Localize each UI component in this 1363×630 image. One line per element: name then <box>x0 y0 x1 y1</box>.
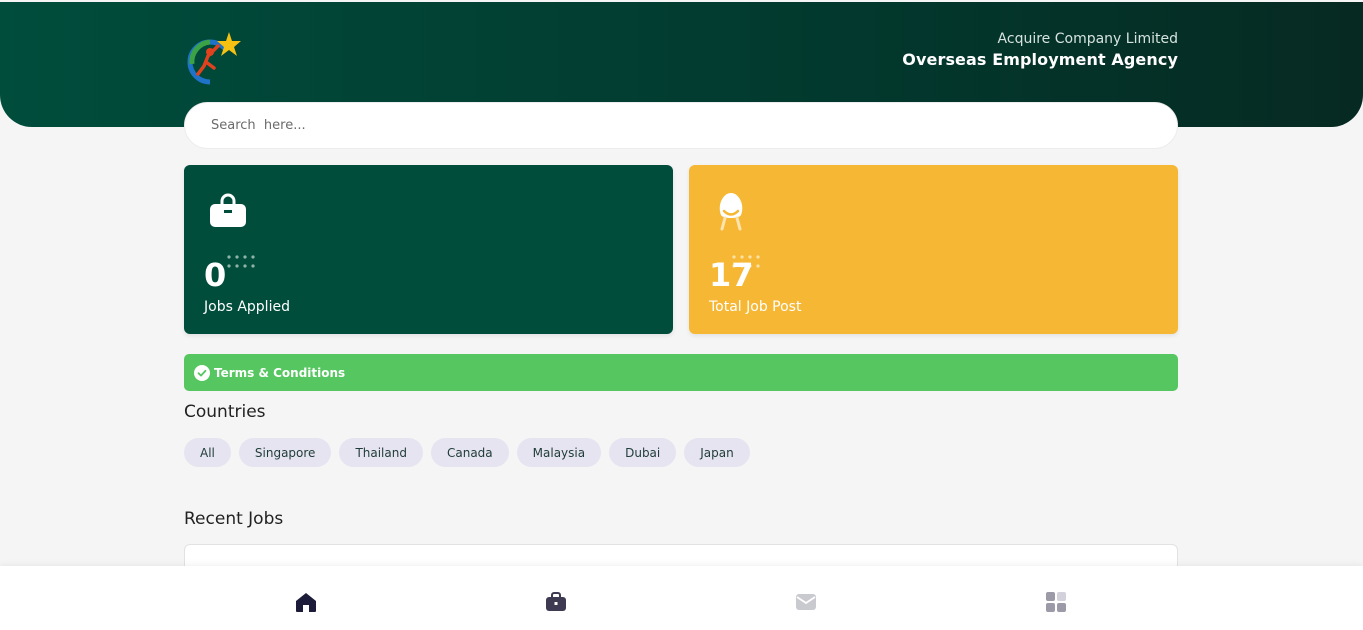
briefcase-icon[interactable] <box>544 590 568 614</box>
shopping-bag-icon <box>210 193 246 227</box>
total-job-post-label: Total Job Post <box>709 299 802 315</box>
bottom-navigation <box>0 566 1363 630</box>
brand-block: Acquire Company Limited Overseas Employm… <box>902 30 1178 72</box>
jobs-applied-count: 0 <box>204 256 227 294</box>
country-chip-all[interactable]: All <box>184 438 231 467</box>
country-chip-singapore[interactable]: Singapore <box>238 438 332 467</box>
chair-icon <box>719 193 743 231</box>
country-chip-canada[interactable]: Canada <box>430 438 509 467</box>
country-chip-japan[interactable]: Japan <box>684 438 750 467</box>
total-job-post-card[interactable]: 17 Total Job Post <box>689 165 1178 334</box>
country-chip-thailand[interactable]: Thailand <box>339 438 423 467</box>
total-job-post-count: 17 <box>709 256 754 294</box>
decorative-dots <box>227 255 255 268</box>
jobs-applied-card[interactable]: 0 Jobs Applied <box>184 165 673 334</box>
home-icon[interactable] <box>294 590 318 614</box>
country-chips: All Singapore Thailand Canada Malaysia D… <box>184 438 750 467</box>
country-chip-dubai[interactable]: Dubai <box>609 438 677 467</box>
agency-title: Overseas Employment Agency <box>902 50 1178 69</box>
search-bar[interactable] <box>184 102 1178 149</box>
terms-conditions-bar[interactable]: Terms & Conditions <box>184 354 1178 391</box>
country-chip-malaysia[interactable]: Malaysia <box>516 438 602 467</box>
check-circle-icon <box>194 364 210 381</box>
jobs-applied-label: Jobs Applied <box>204 299 290 315</box>
company-name: Acquire Company Limited <box>997 31 1178 47</box>
terms-label: Terms & Conditions <box>214 365 346 380</box>
recent-jobs-heading: Recent Jobs <box>184 509 284 529</box>
agency-logo[interactable] <box>184 30 242 86</box>
grid-icon[interactable] <box>1044 590 1068 614</box>
countries-heading: Countries <box>184 402 266 422</box>
search-input[interactable] <box>211 118 1177 133</box>
mail-icon[interactable] <box>794 590 818 614</box>
